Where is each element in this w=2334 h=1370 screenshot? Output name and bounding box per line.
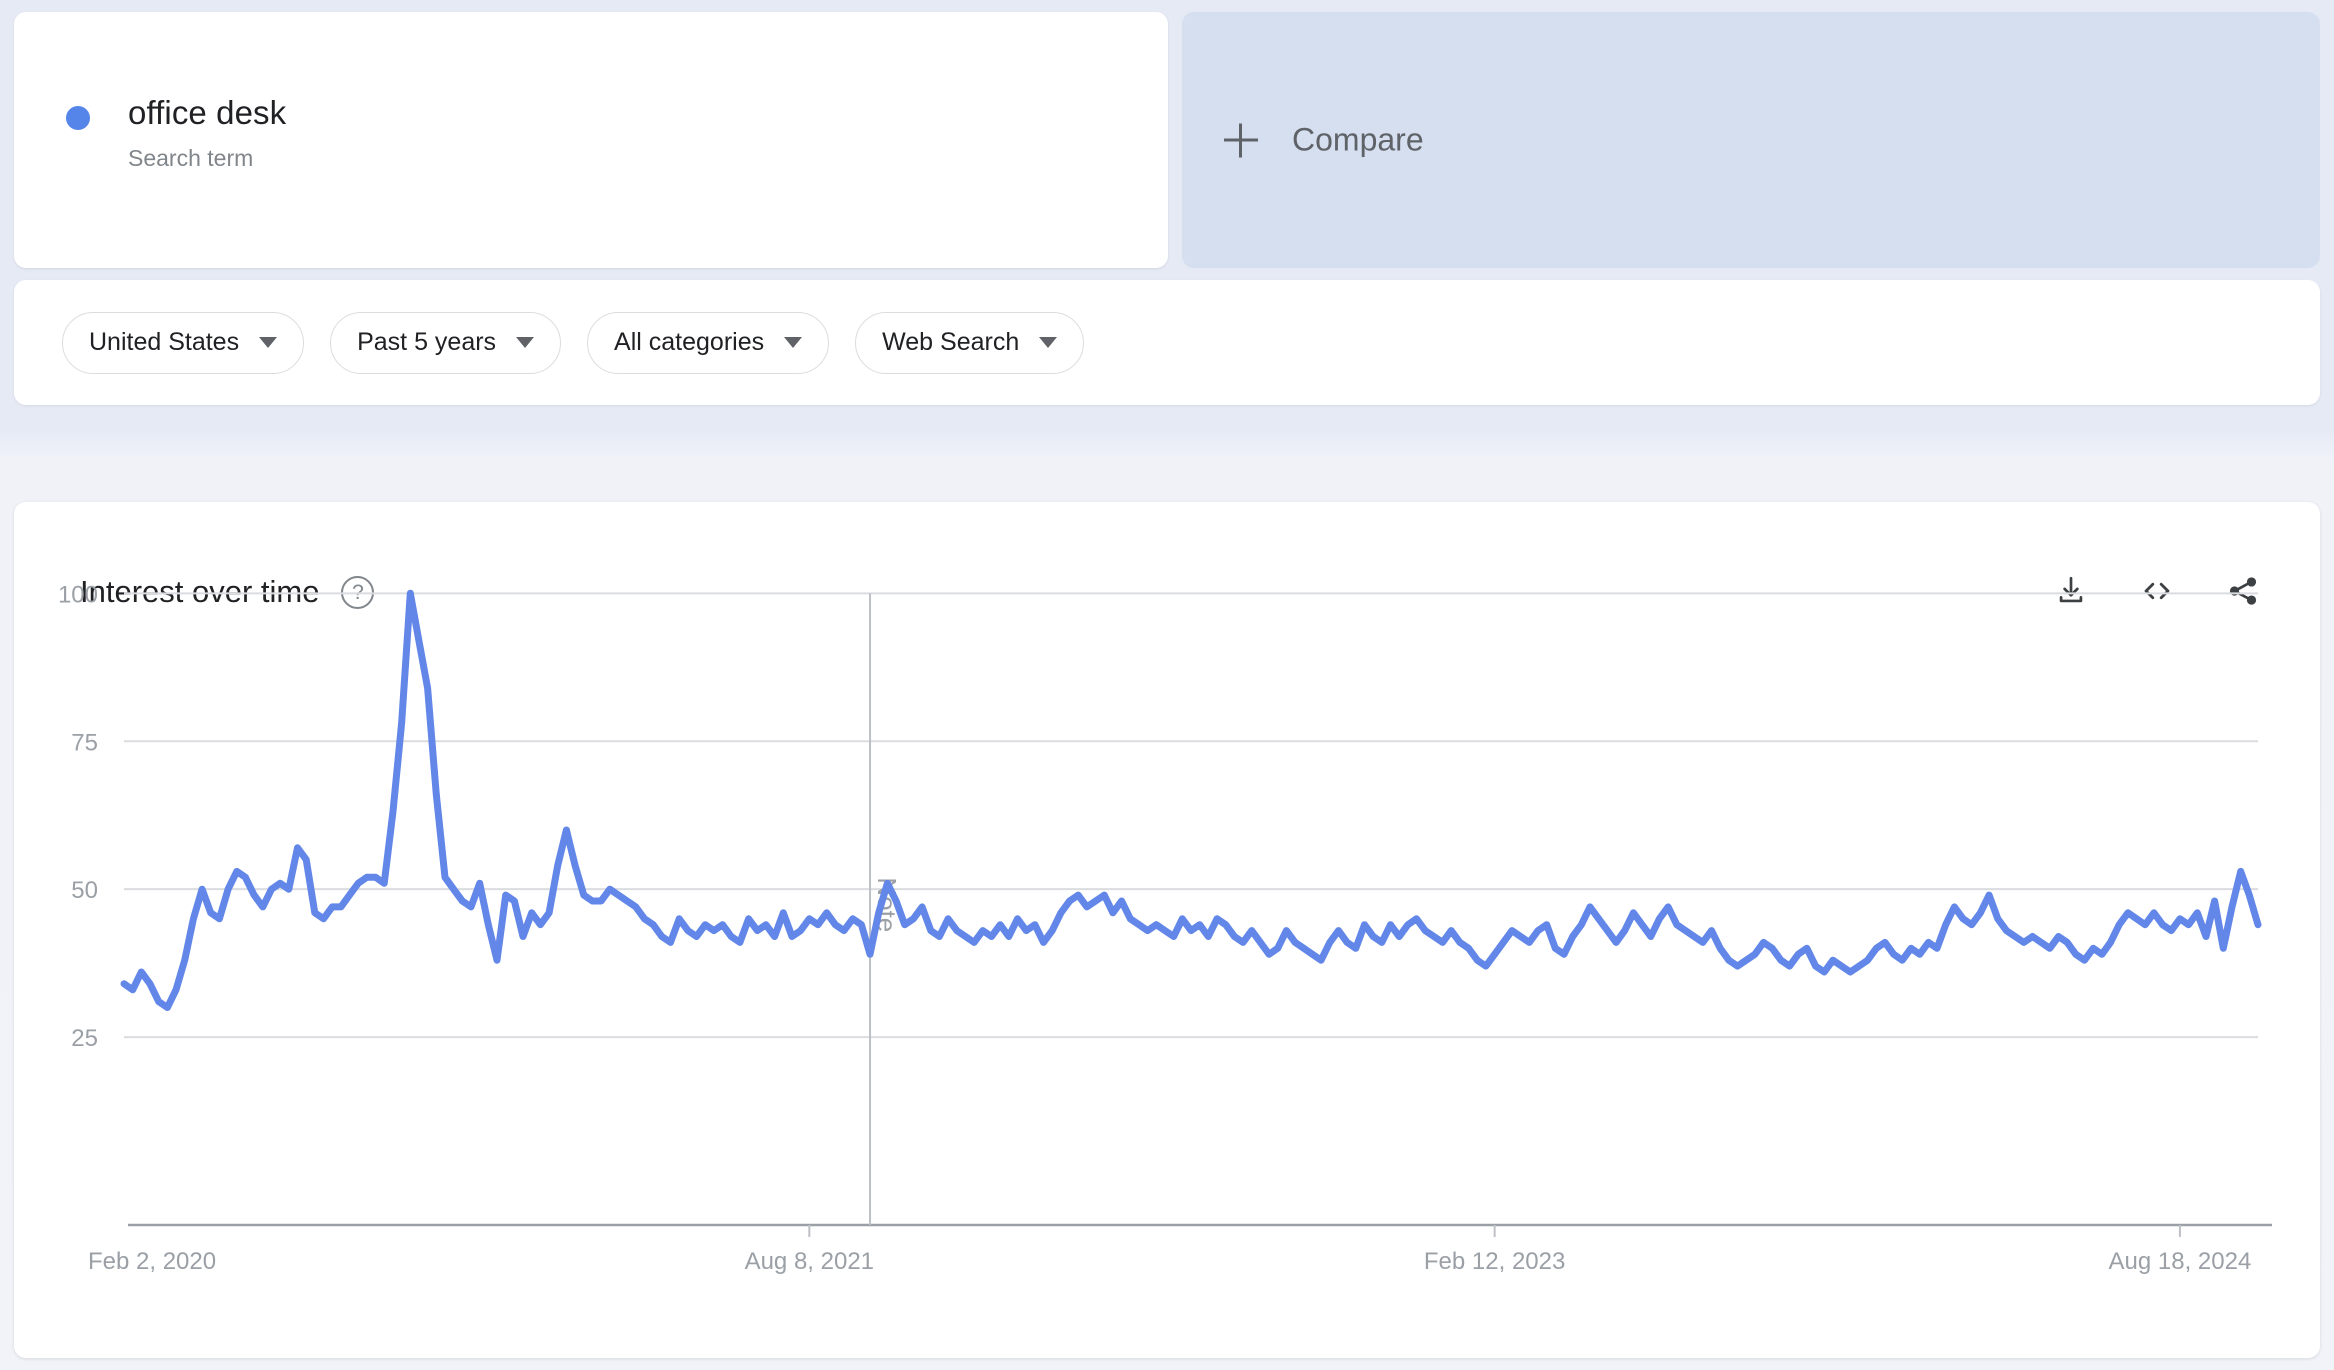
compare-card[interactable]: Compare: [1182, 12, 2320, 268]
search-term-texts: office desk Search term: [128, 94, 286, 172]
x-axis-tick-label: Aug 8, 2021: [745, 1248, 874, 1275]
filter-chip-search-type[interactable]: Web Search: [855, 311, 1085, 374]
x-axis-tick-label: Feb 2, 2020: [88, 1248, 216, 1275]
chevron-down-icon: [516, 337, 535, 348]
filter-chip-location-label: United States: [89, 328, 240, 356]
filter-chip-search-type-label: Web Search: [882, 328, 1020, 356]
series-color-dot-icon: [66, 106, 90, 130]
interest-over-time-card: Interest over time ? 25 50 75 100 Feb 2,…: [14, 502, 2320, 1358]
search-term-row: office desk Search term Compare: [0, 0, 2334, 268]
chevron-down-icon: [784, 337, 803, 348]
chart-svg: 25 50 75 100 Feb 2, 2020 Aug 8, 2021 Feb 12, 2…: [58, 581, 2272, 1275]
filter-chip-category[interactable]: All categories: [587, 311, 830, 374]
y-axis-tick-label: 50: [71, 877, 98, 904]
search-term-subtitle: Search term: [128, 144, 254, 171]
filter-chip-category-label: All categories: [614, 328, 765, 356]
filter-chip-time-range[interactable]: Past 5 years: [330, 311, 562, 374]
search-term-card[interactable]: office desk Search term: [14, 12, 1168, 268]
trends-page: office desk Search term Compare United S…: [0, 0, 2334, 1370]
y-axis-tick-label: 75: [71, 729, 98, 756]
x-axis-tick-label: Aug 18, 2024: [2109, 1248, 2252, 1275]
search-term-content: office desk Search term: [66, 94, 286, 172]
y-axis-tick-label: 100: [58, 581, 98, 608]
interest-over-time-plot: 25 50 75 100 Feb 2, 2020 Aug 8, 2021 Feb 12, 2…: [14, 502, 2320, 1358]
chevron-down-icon: [1039, 337, 1058, 348]
filter-chip-time-range-label: Past 5 years: [357, 328, 497, 356]
y-axis-tick-label: 25: [71, 1025, 98, 1052]
chevron-down-icon: [259, 337, 278, 348]
x-axis-tick-label: Feb 12, 2023: [1424, 1248, 1565, 1275]
filter-bar: United States Past 5 years All categorie…: [14, 280, 2320, 405]
search-term-title: office desk: [128, 94, 287, 131]
filter-chip-location[interactable]: United States: [62, 311, 305, 374]
compare-content: Compare: [1224, 122, 1424, 159]
trend-line[interactable]: [120, 589, 2262, 1011]
compare-label: Compare: [1292, 121, 1424, 158]
plus-icon: [1224, 123, 1258, 157]
